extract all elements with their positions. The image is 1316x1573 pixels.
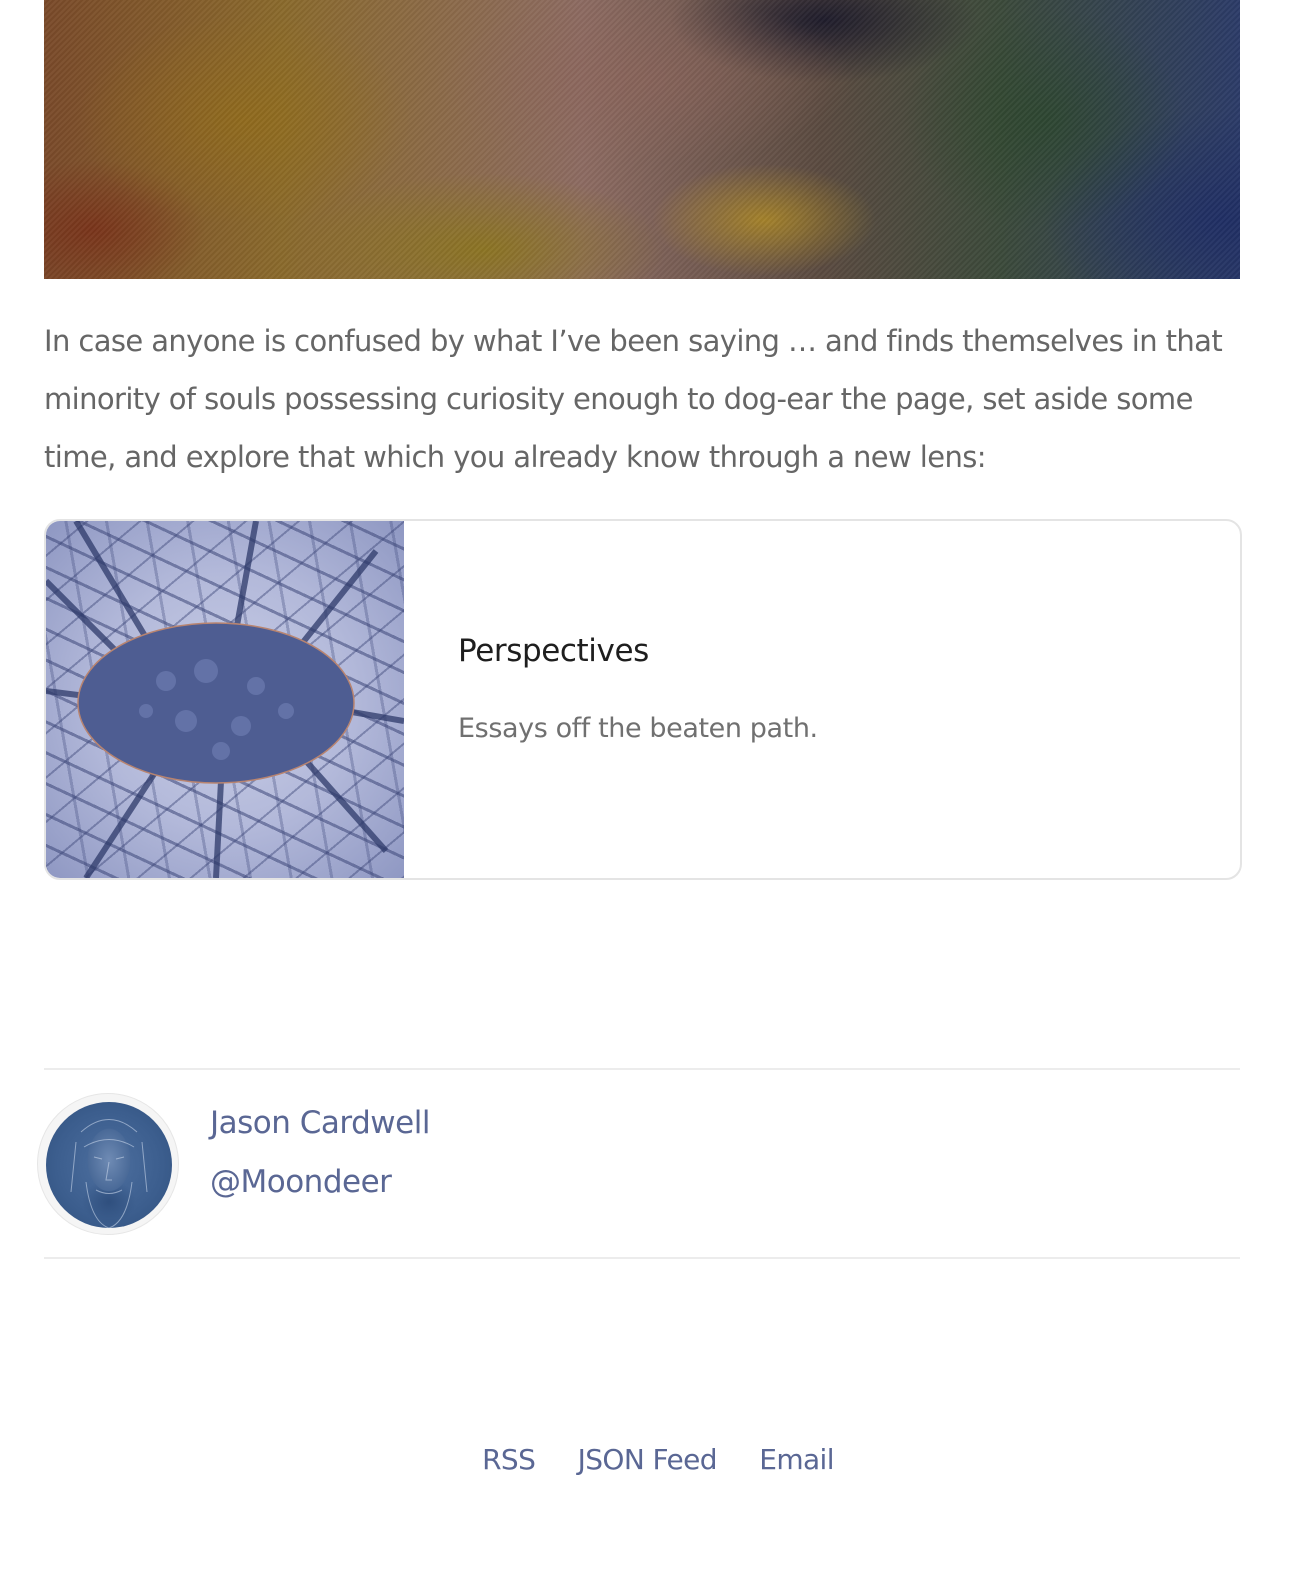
link-preview-card[interactable]: Perspectives Essays off the beaten path. <box>44 519 1242 880</box>
card-title: Perspectives <box>458 633 649 669</box>
post-intro-text: In case anyone is confused by what I’ve … <box>44 324 1223 474</box>
avatar-portrait-image <box>46 1102 172 1228</box>
hero-image <box>44 0 1240 279</box>
author-section-divider-top <box>44 1068 1240 1070</box>
author-name-link[interactable]: Jason Cardwell <box>210 1105 430 1141</box>
author-avatar[interactable] <box>37 1093 179 1235</box>
footer-links: RSS JSON Feed Email <box>0 1443 1316 1476</box>
footer-link-json-feed[interactable]: JSON Feed <box>578 1443 718 1476</box>
card-description: Essays off the beaten path. <box>458 713 818 744</box>
card-thumbnail-image <box>46 521 404 878</box>
footer-link-email[interactable]: Email <box>759 1443 834 1476</box>
author-handle-link[interactable]: @Moondeer <box>210 1164 392 1200</box>
author-section-divider-bottom <box>44 1257 1240 1259</box>
footer-link-rss[interactable]: RSS <box>482 1443 536 1476</box>
